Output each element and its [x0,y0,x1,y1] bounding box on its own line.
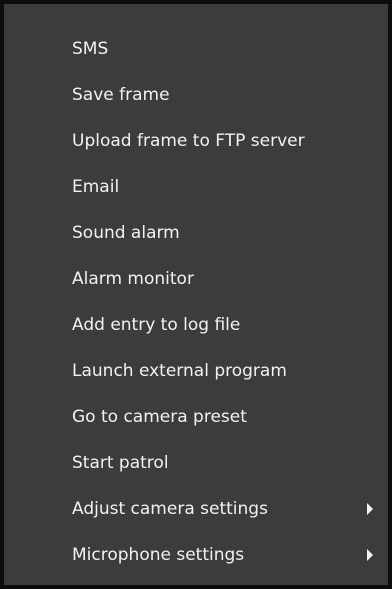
menu-item-label: Launch external program [72,361,287,381]
menu-item-microphone-settings[interactable]: Microphone settings [4,532,388,578]
menu-item-add-log-entry[interactable]: Add entry to log file [4,302,388,348]
menu-item-launch-program[interactable]: Launch external program [4,348,388,394]
menu-item-label: Alarm monitor [72,269,194,289]
menu-list: SMS Save frame Upload frame to FTP serve… [4,26,388,578]
menu-item-upload-ftp[interactable]: Upload frame to FTP server [4,118,388,164]
menu-item-label: Microphone settings [72,545,245,565]
context-menu: SMS Save frame Upload frame to FTP serve… [0,0,392,589]
menu-item-label: SMS [72,39,109,59]
menu-item-sound-alarm[interactable]: Sound alarm [4,210,388,256]
menu-item-label: Start patrol [72,453,169,473]
menu-item-label: Sound alarm [72,223,180,243]
menu-item-sms[interactable]: SMS [4,26,388,72]
menu-item-camera-preset[interactable]: Go to camera preset [4,394,388,440]
menu-item-start-patrol[interactable]: Start patrol [4,440,388,486]
chevron-right-icon [367,549,373,561]
menu-item-adjust-camera-settings[interactable]: Adjust camera settings [4,486,388,532]
menu-item-label: Adjust camera settings [72,499,268,519]
menu-item-alarm-monitor[interactable]: Alarm monitor [4,256,388,302]
menu-item-label: Save frame [72,85,170,105]
menu-item-label: Go to camera preset [72,407,247,427]
menu-item-label: Upload frame to FTP server [72,131,305,151]
menu-item-label: Add entry to log file [72,315,241,335]
menu-item-label: Email [72,177,120,197]
chevron-right-icon [367,503,373,515]
menu-item-email[interactable]: Email [4,164,388,210]
menu-item-save-frame[interactable]: Save frame [4,72,388,118]
